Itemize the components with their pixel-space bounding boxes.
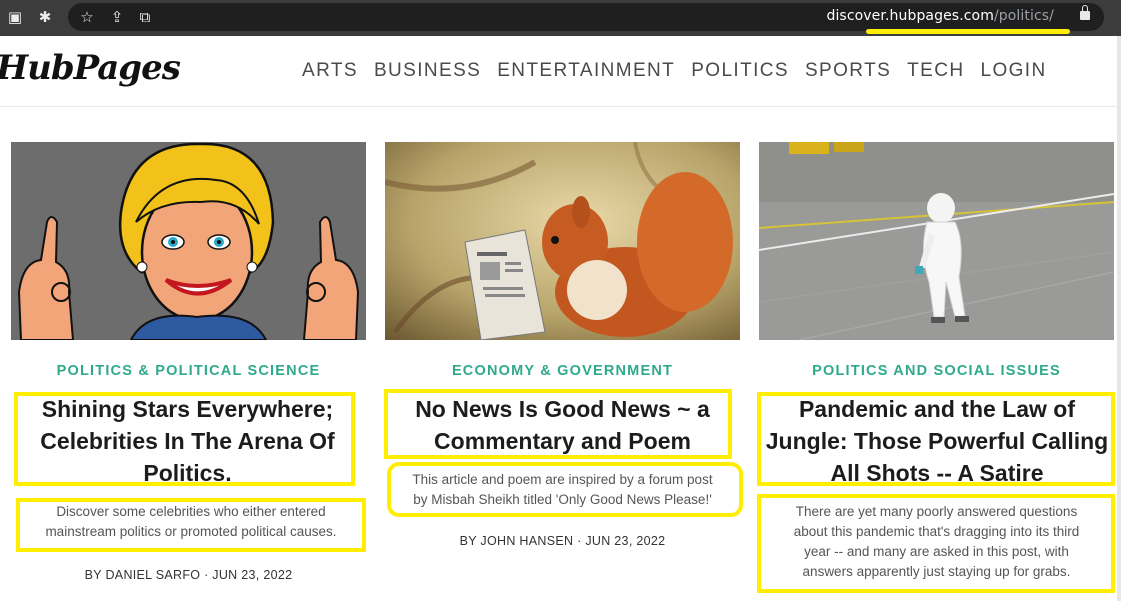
- article-byline: BY JOHN HANSEN · JUN 23, 2022: [459, 534, 666, 548]
- nav-entertainment[interactable]: ENTERTAINMENT: [497, 60, 675, 82]
- article-card[interactable]: POLITICS AND SOCIAL ISSUES: [759, 142, 1114, 379]
- lock-icon[interactable]: [1080, 5, 1090, 20]
- article-card[interactable]: ECONOMY & GOVERNMENT: [385, 142, 740, 379]
- bookmark-star-icon[interactable]: ☆: [78, 8, 96, 26]
- title-highlight-box: [14, 392, 355, 486]
- nav-sports[interactable]: SPORTS: [805, 60, 891, 82]
- hazmat-worker-image: [759, 142, 1114, 340]
- nav-arts[interactable]: ARTS: [302, 60, 358, 82]
- cartoon-politician-image: [11, 142, 366, 340]
- nav-login[interactable]: LOGIN: [980, 60, 1046, 82]
- scrollbar[interactable]: [1117, 36, 1121, 601]
- main-nav: ARTS BUSINESS ENTERTAINMENT POLITICS SPO…: [302, 60, 1063, 82]
- title-highlight-box: [384, 389, 732, 459]
- browser-toolbar: ▣ ✱ ☆ ⇪ ⧉ discover.hubpages.com/politics…: [0, 0, 1121, 36]
- extensions-icon[interactable]: ✱: [36, 8, 54, 26]
- article-category[interactable]: POLITICS AND SOCIAL ISSUES: [759, 363, 1114, 379]
- summary-highlight-box: [16, 498, 366, 552]
- address-bar[interactable]: ☆ ⇪ ⧉ discover.hubpages.com/politics/: [68, 3, 1104, 31]
- article-category[interactable]: POLITICS & POLITICAL SCIENCE: [11, 363, 366, 379]
- url-highlight-mark: [866, 29, 1070, 34]
- summary-highlight-box: [757, 494, 1115, 593]
- site-logo[interactable]: HubPages: [0, 48, 181, 88]
- squirrel-newspaper-image: [385, 142, 740, 340]
- article-category[interactable]: ECONOMY & GOVERNMENT: [385, 363, 740, 379]
- share-icon[interactable]: ⇪: [108, 8, 126, 26]
- article-thumbnail[interactable]: [759, 142, 1114, 340]
- sidebar-toggle-icon[interactable]: ▣: [6, 8, 24, 26]
- title-highlight-box: [757, 392, 1115, 486]
- site-header: HubPages ARTS BUSINESS ENTERTAINMENT POL…: [0, 36, 1117, 107]
- nav-politics[interactable]: POLITICS: [691, 60, 789, 82]
- nav-tech[interactable]: TECH: [907, 60, 964, 82]
- article-byline: BY DANIEL SARFO · JUN 23, 2022: [84, 568, 293, 582]
- nav-business[interactable]: BUSINESS: [374, 60, 481, 82]
- article-thumbnail[interactable]: [385, 142, 740, 340]
- article-thumbnail[interactable]: [11, 142, 366, 340]
- summary-highlight-box: [387, 462, 743, 517]
- url-text[interactable]: discover.hubpages.com/politics/: [826, 8, 1054, 24]
- article-card[interactable]: POLITICS & POLITICAL SCIENCE: [11, 142, 366, 379]
- cast-icon[interactable]: ⧉: [136, 8, 154, 26]
